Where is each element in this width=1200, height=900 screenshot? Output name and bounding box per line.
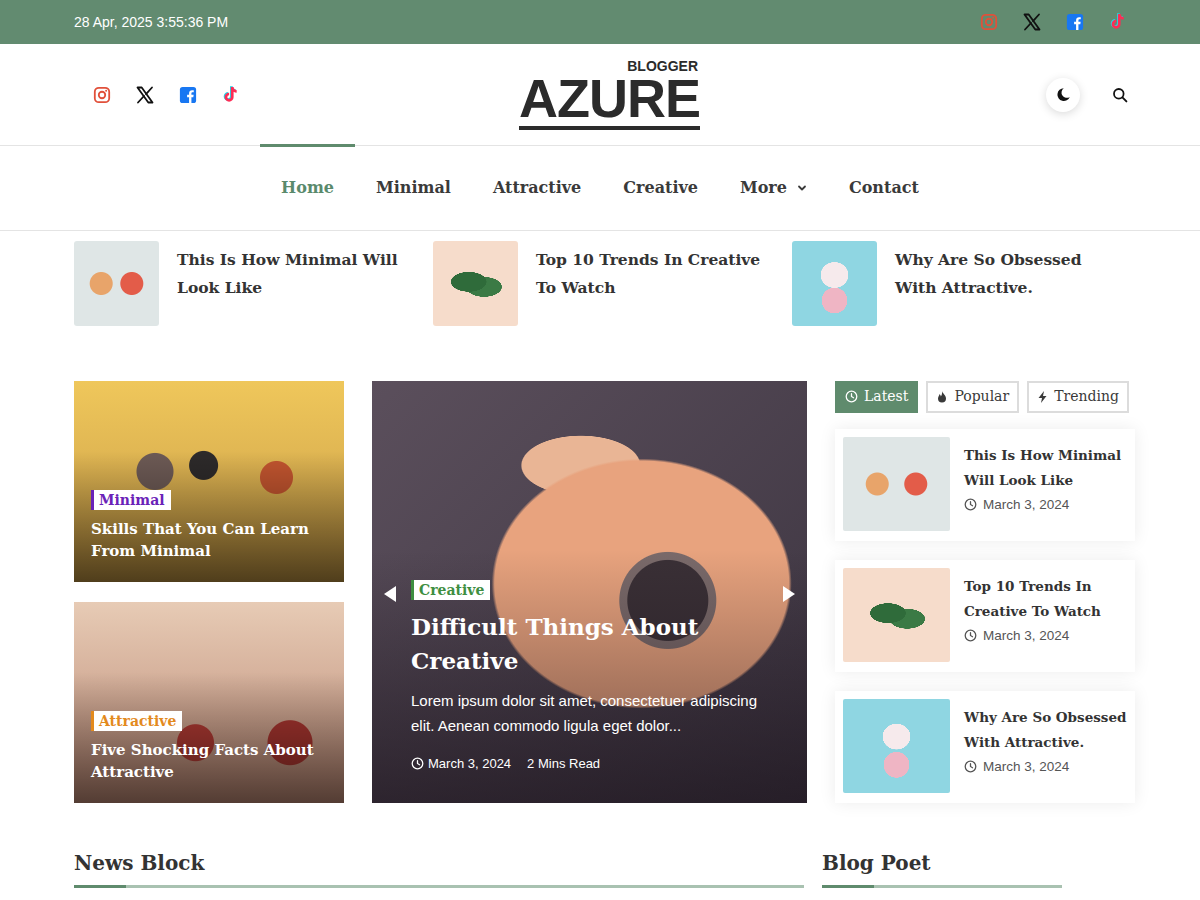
featured-title[interactable]: Difficult Things About Creative (411, 610, 768, 678)
post-meta: March 3, 2024 2 Mins Read (411, 754, 768, 774)
tab-label: Latest (864, 387, 908, 407)
main-menu: Home Minimal Attractive Creative More Contact (0, 145, 1200, 231)
latest-thumbnail (843, 699, 950, 793)
featured-area: Minimal Skills That You Can Learn From Mi… (74, 381, 1135, 803)
lightning-icon (1037, 390, 1048, 404)
headline-title: This Is How Minimal Will Look Like (177, 246, 408, 302)
featured-excerpt: Lorem ipsum dolor sit amet, consectetuer… (411, 688, 768, 738)
latest-title: Top 10 Trends In Creative To Watch (964, 574, 1129, 624)
menu-item[interactable]: Attractive (472, 146, 602, 230)
category-badge[interactable]: Minimal (91, 490, 171, 510)
flame-icon (936, 390, 948, 404)
headline-item[interactable]: Why Are So Obsessed With Attractive. (792, 241, 1126, 326)
headline-item[interactable]: Top 10 Trends In Creative To Watch (433, 241, 767, 326)
section-title: Blog Poet (822, 851, 1062, 875)
headline-title: Why Are So Obsessed With Attractive. (895, 246, 1126, 302)
headline-item[interactable]: This Is How Minimal Will Look Like (74, 241, 408, 326)
menu-label: Attractive (493, 176, 581, 200)
menu-label: Minimal (376, 176, 451, 200)
latest-item[interactable]: This Is How Minimal Will Look LikeMarch … (835, 429, 1135, 541)
panel-tab[interactable]: Trending (1027, 381, 1129, 413)
latest-date: March 3, 2024 (983, 757, 1069, 777)
facebook-icon[interactable] (179, 86, 197, 104)
logo-tagline: BLOGGER (627, 59, 698, 73)
section-heading: Blog Poet (822, 851, 1062, 888)
menu-item[interactable]: Home (260, 146, 355, 230)
menu-item[interactable]: Creative (602, 146, 719, 230)
site-logo[interactable]: BLOGGERAZURE (519, 59, 700, 129)
menu-label: More (740, 176, 787, 200)
x-icon[interactable] (1022, 12, 1042, 32)
headline-title: Top 10 Trends In Creative To Watch (536, 246, 767, 302)
arrow-left-icon (382, 584, 398, 604)
clock-icon (964, 629, 977, 642)
logo-name: AZURE (519, 73, 700, 129)
latest-date: March 3, 2024 (983, 626, 1069, 646)
featured-slider: Creative Difficult Things About Creative L… (372, 381, 807, 803)
post-card[interactable]: Attractive Five Shocking Facts About Attr… (74, 602, 344, 803)
latest-list: This Is How Minimal Will Look LikeMarch … (835, 429, 1135, 803)
latest-thumbnail (843, 568, 950, 662)
social-links (980, 12, 1126, 32)
menu-label: Creative (623, 176, 698, 200)
section-underline (822, 885, 1062, 888)
latest-title: Why Are So Obsessed With Attractive. (964, 705, 1129, 755)
instagram-icon[interactable] (980, 13, 998, 31)
social-links (93, 85, 239, 105)
search-button[interactable] (1112, 87, 1128, 103)
tiktok-icon[interactable] (1108, 12, 1126, 32)
menu-label: Contact (849, 176, 919, 200)
tab-label: Trending (1054, 387, 1119, 407)
facebook-icon[interactable] (1066, 13, 1084, 31)
dark-mode-toggle[interactable] (1046, 78, 1080, 112)
latest-date: March 3, 2024 (983, 495, 1069, 515)
previous-button[interactable] (380, 582, 400, 613)
section-underline (74, 885, 804, 888)
tiktok-icon[interactable] (221, 85, 239, 105)
x-icon[interactable] (135, 85, 155, 105)
panel-tab[interactable]: Latest (835, 381, 918, 413)
site-header: BLOGGERAZURE (74, 44, 1126, 145)
read-time: 2 Mins Read (527, 754, 600, 774)
search-icon (1112, 87, 1128, 103)
section-heading: News Block (74, 851, 804, 888)
headline-thumbnail (74, 241, 159, 326)
chevron-down-icon (797, 183, 807, 193)
headline-strip: This Is How Minimal Will Look Like Top 10… (74, 241, 1126, 326)
clock-icon (845, 390, 858, 403)
panel-tabs: Latest Popular Trending (835, 381, 1135, 413)
headline-thumbnail (433, 241, 518, 326)
headline-thumbnail (792, 241, 877, 326)
instagram-icon[interactable] (93, 86, 111, 104)
latest-title: This Is How Minimal Will Look Like (964, 443, 1129, 493)
section-headings: News Block Blog Poet (74, 851, 1126, 888)
clock-icon (964, 498, 977, 511)
tab-label: Popular (954, 387, 1009, 407)
side-posts: Minimal Skills That You Can Learn From Mi… (74, 381, 344, 803)
latest-thumbnail (843, 437, 950, 531)
date-time: 28 Apr, 2025 3:55:36 PM (74, 12, 228, 33)
post-title: Five Shocking Facts About Attractive (91, 739, 327, 783)
category-badge[interactable]: Attractive (91, 711, 182, 731)
clock-icon (964, 760, 977, 773)
moon-icon (1054, 86, 1072, 104)
post-title: Skills That You Can Learn From Minimal (91, 518, 327, 562)
latest-item[interactable]: Top 10 Trends In Creative To WatchMarch … (835, 560, 1135, 672)
latest-item[interactable]: Why Are So Obsessed With Attractive.Marc… (835, 691, 1135, 803)
latest-panel: Latest Popular Trending This Is How Minimal… (835, 381, 1135, 803)
top-bar: 28 Apr, 2025 3:55:36 PM (0, 0, 1200, 44)
menu-item[interactable]: Contact (828, 146, 940, 230)
clock-icon (411, 757, 424, 770)
panel-tab[interactable]: Popular (926, 381, 1019, 413)
category-badge[interactable]: Creative (411, 580, 490, 600)
next-button[interactable] (779, 582, 799, 613)
menu-item[interactable]: Minimal (355, 146, 472, 230)
arrow-right-icon (781, 584, 797, 604)
section-title: News Block (74, 851, 804, 875)
post-date: March 3, 2024 (428, 754, 511, 774)
post-card[interactable]: Minimal Skills That You Can Learn From Mi… (74, 381, 344, 582)
menu-item[interactable]: More (719, 146, 828, 230)
menu-label: Home (281, 176, 334, 200)
